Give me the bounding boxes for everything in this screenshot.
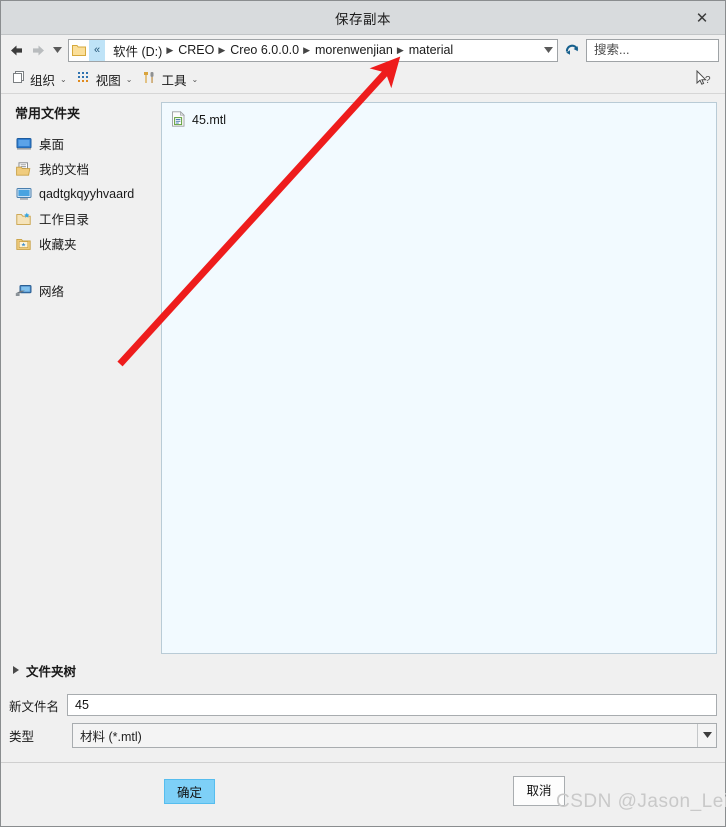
folder-tree-section: 文件夹树 [1,654,725,686]
common-folders-sidebar: 常用文件夹 桌面 我的文档 qadtgkqyyhvaard 工作目录 收藏夹 网… [9,102,161,654]
dialog-title: 保存副本 [335,11,391,27]
breadcrumb-separator-icon: ▶ [303,44,310,55]
folder-icon [69,40,89,61]
sidebar-item-label: 收藏夹 [39,238,77,252]
folder-tree-toggle[interactable]: 文件夹树 [13,661,76,680]
sidebar-item-computer[interactable]: qadtgkqyyhvaard [13,181,161,206]
filetype-label: 类型 [9,729,35,744]
title-bar: 保存副本 ✕ [1,1,725,35]
folder-tree-label: 文件夹树 [26,664,77,679]
sidebar-item-my-documents[interactable]: 我的文档 [13,156,161,181]
favorites-folder-icon [15,235,32,252]
breadcrumb-item[interactable]: CREO [175,43,217,57]
breadcrumb-separator-icon: ▶ [396,44,404,55]
address-bar[interactable]: « 软件 (D:) ▶ CREO ▶ Creo 6.0.0.0 ▶ morenw… [68,38,558,62]
organize-icon [11,70,26,88]
toolbar-label: 视图 [95,73,121,88]
toolbar-item-organize[interactable]: 组织 ⌄ [9,70,75,89]
chevron-down-icon: ⌄ [60,74,67,84]
list-item[interactable]: 45.mtl [162,109,716,131]
working-directory-icon [15,210,32,227]
computer-icon [15,185,32,202]
sidebar-item-favorites[interactable]: 收藏夹 [13,231,161,256]
filetype-row: 类型 材料 (*.mtl) [9,722,717,748]
sidebar-item-label: 网络 [39,285,65,299]
triangle-right-icon [13,666,19,674]
search-input[interactable] [592,42,713,58]
save-a-copy-dialog: 保存副本 ✕ « 软件 (D:) ▶ CREO ▶ Creo 6.0.0.0 ▶… [0,0,726,827]
collapse-path-button[interactable]: « [89,39,105,61]
help-cursor-icon[interactable]: ? [693,69,715,89]
filename-row: 新文件名 [9,692,717,718]
sidebar-heading: 常用文件夹 [15,106,81,121]
forward-arrow-icon [27,39,49,61]
dialog-footer: 确定 取消 CSDN @Jason_Leiws [1,762,726,826]
chevron-down-icon[interactable] [697,723,716,747]
file-fields: 新文件名 类型 材料 (*.mtl) [1,686,725,762]
svg-text:?: ? [705,75,711,86]
command-toolbar: 组织 ⌄ 视图 ⌄ 工具 ⌄ ? [1,65,725,94]
search-box[interactable] [586,38,719,62]
sidebar-item-label: 我的文档 [39,163,90,177]
breadcrumb-item[interactable]: Creo 6.0.0.0 [227,43,302,57]
view-grid-icon [77,71,92,87]
breadcrumb: 软件 (D:) ▶ CREO ▶ Creo 6.0.0.0 ▶ morenwen… [105,41,539,60]
filetype-value: 材料 (*.mtl) [80,729,142,744]
sidebar-item-working-directory[interactable]: 工作目录 [13,206,161,231]
breadcrumb-item[interactable]: 软件 (D:) [110,41,165,60]
toolbar-item-view[interactable]: 视图 ⌄ [75,70,141,89]
filename-input-wrapper[interactable] [67,694,717,716]
close-icon[interactable]: ✕ [685,1,719,34]
filename-input[interactable] [73,697,711,713]
watermark-text: CSDN @Jason_Leiws [556,791,726,812]
file-name-label: 45.mtl [192,113,227,127]
toolbar-label: 工具 [161,73,187,88]
ok-button[interactable]: 确定 [164,779,215,804]
chevron-down-icon: ⌄ [191,74,199,84]
breadcrumb-separator-icon: ▶ [218,44,226,55]
file-list-panel[interactable]: 45.mtl [161,102,717,654]
filename-label: 新文件名 [9,699,60,714]
toolbar-item-tools[interactable]: 工具 ⌄ [140,70,206,89]
chevron-down-icon: ⌄ [125,74,133,84]
breadcrumb-separator-icon: ▶ [166,44,174,55]
mtl-file-icon [171,110,186,130]
desktop-icon [15,135,32,152]
refresh-icon[interactable] [561,39,583,62]
documents-folder-icon [15,160,32,177]
history-dropdown-icon[interactable] [49,39,65,61]
sidebar-item-desktop[interactable]: 桌面 [13,131,161,156]
breadcrumb-item[interactable]: morenwenjian [312,43,396,57]
tools-icon [142,70,157,88]
address-dropdown-icon[interactable] [539,40,557,61]
sidebar-item-network[interactable]: 网络 [13,278,161,303]
toolbar-label: 组织 [30,73,56,88]
back-arrow-icon[interactable] [5,39,27,61]
breadcrumb-item[interactable]: material [406,43,456,57]
sidebar-item-label: 桌面 [39,138,65,152]
sidebar-item-label: 工作目录 [39,213,90,227]
sidebar-item-label: qadtgkqyyhvaard [39,186,135,201]
navigation-bar: « 软件 (D:) ▶ CREO ▶ Creo 6.0.0.0 ▶ morenw… [1,35,725,65]
content-area: 常用文件夹 桌面 我的文档 qadtgkqyyhvaard 工作目录 收藏夹 网… [1,94,725,654]
network-icon [15,282,32,299]
filetype-select[interactable]: 材料 (*.mtl) [72,722,717,748]
